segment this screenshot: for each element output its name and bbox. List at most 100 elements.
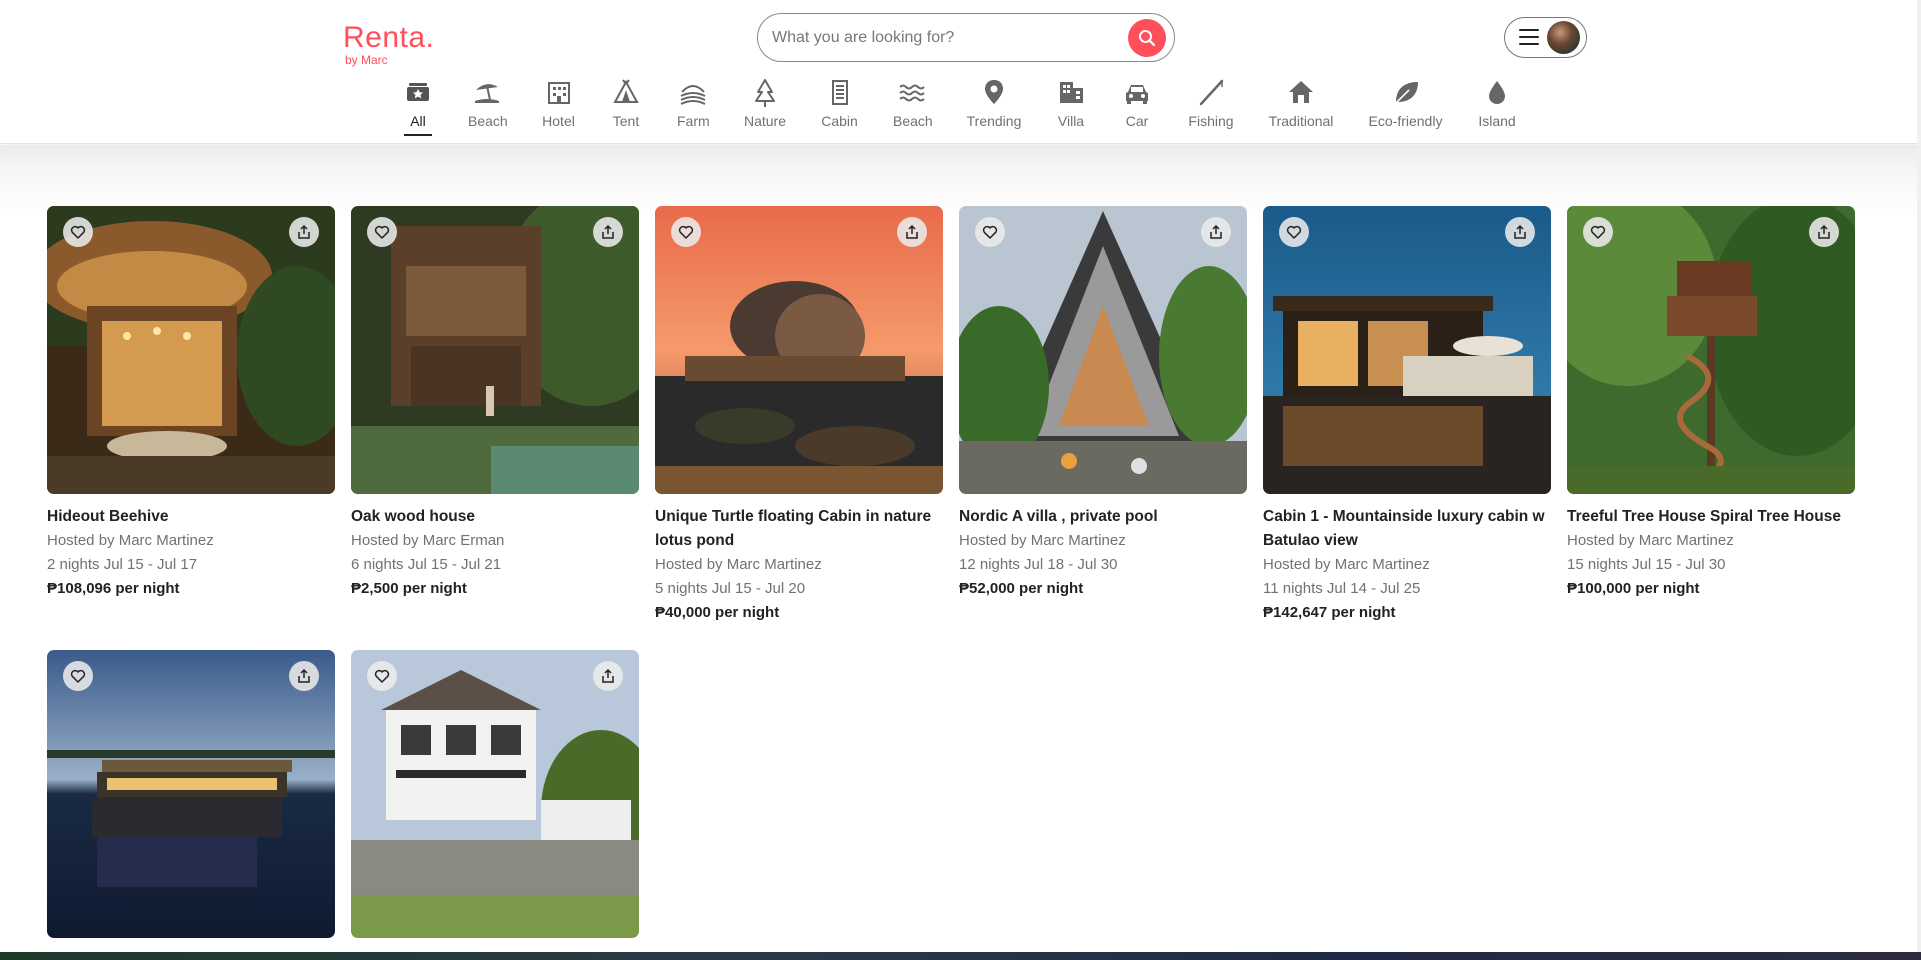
listing-photo[interactable] [47,650,335,938]
share-icon [1514,224,1526,239]
listing-photo[interactable] [655,206,943,494]
listing-host: Hosted by Marc Martinez [47,532,214,549]
listing-image [47,206,335,494]
category-fishing[interactable]: Fishing [1188,78,1234,130]
listing-card[interactable] [47,650,335,938]
heart-icon [678,225,694,239]
category-all[interactable]: All [404,78,432,136]
favorite-button[interactable] [975,217,1005,247]
listing-price: ₱100,000 per night [1567,580,1700,597]
listing-title[interactable]: Hideout Beehive [47,505,335,529]
listing-photo[interactable] [959,206,1247,494]
category-label: Beach [468,113,508,129]
listing-card[interactable]: Cabin 1 - Mountainside luxury cabin w Ba… [1263,206,1551,625]
listing-card[interactable]: Nordic A villa , private pool Hosted by … [959,206,1247,601]
category-hotel[interactable]: Hotel [541,78,576,130]
share-button[interactable] [289,217,319,247]
favorite-button[interactable] [63,217,93,247]
category-farm[interactable]: Farm [677,78,710,130]
listing-photo[interactable] [351,650,639,938]
category-traditional[interactable]: Traditional [1268,78,1334,130]
share-button[interactable] [593,661,623,691]
listing-card[interactable]: Oak wood house Hosted by Marc Erman 6 ni… [351,206,639,601]
favorite-button[interactable] [367,661,397,691]
listing-card[interactable] [351,650,639,938]
logo[interactable]: Renta. by Marc [343,21,435,67]
listing-host: Hosted by Marc Martinez [1567,532,1734,549]
category-label: Tent [612,113,640,129]
heart-icon [374,225,390,239]
heart-icon [70,225,86,239]
favorite-button[interactable] [671,217,701,247]
share-button[interactable] [593,217,623,247]
listing-dates: 15 nights Jul 15 - Jul 30 [1567,556,1726,573]
listing-price: ₱52,000 per night [959,580,1084,597]
taskbar-strip [0,952,1921,960]
share-icon [298,668,310,683]
category-villa[interactable]: Villa [1057,78,1085,130]
logo-title: Renta. [343,21,435,54]
favorite-button[interactable] [367,217,397,247]
category-label: Beach [893,113,933,129]
share-button[interactable] [1809,217,1839,247]
leaf-icon [1368,78,1443,110]
heart-icon [374,669,390,683]
user-menu-button[interactable] [1504,17,1587,58]
listing-title[interactable]: Nordic A villa , private pool [959,505,1247,529]
category-car[interactable]: Car [1123,78,1151,130]
search-bar [757,13,1175,62]
listing-image [351,206,639,494]
listing-card[interactable]: Hideout Beehive Hosted by Marc Martinez … [47,206,335,601]
heart-icon [70,669,86,683]
category-trending[interactable]: Trending [966,78,1022,130]
category-beach-waves[interactable]: Beach [893,78,933,130]
listing-card[interactable]: Treeful Tree House Spiral Tree House Hos… [1567,206,1855,601]
category-label: Island [1478,113,1516,129]
ticket-star-icon [404,78,432,110]
beach-umbrella-icon [468,78,506,110]
listing-photo[interactable] [351,206,639,494]
listing-title[interactable]: Unique Turtle floating Cabin in nature l… [655,505,943,553]
listing-image [1263,206,1551,494]
category-beach[interactable]: Beach [468,78,508,130]
heart-icon [1286,225,1302,239]
share-button[interactable] [1505,217,1535,247]
share-icon [602,224,614,239]
favorite-button[interactable] [1279,217,1309,247]
listing-photo[interactable] [47,206,335,494]
share-button[interactable] [897,217,927,247]
listing-photo[interactable] [1567,206,1855,494]
hotel-building-icon [541,78,576,110]
listing-price: ₱40,000 per night [655,604,780,621]
villa-building-icon [1057,78,1085,110]
favorite-button[interactable] [1583,217,1613,247]
search-button[interactable] [1128,19,1166,57]
cabin-building-icon [821,78,858,110]
share-icon [298,224,310,239]
listing-photo[interactable] [1263,206,1551,494]
farm-icon [677,78,709,110]
category-eco-friendly[interactable]: Eco-friendly [1368,78,1443,130]
share-icon [906,224,918,239]
category-label: Traditional [1268,113,1334,129]
category-island[interactable]: Island [1478,78,1516,130]
favorite-button[interactable] [63,661,93,691]
search-input[interactable] [772,26,1112,50]
category-cabin[interactable]: Cabin [821,78,858,130]
listing-title[interactable]: Cabin 1 - Mountainside luxury cabin w Ba… [1263,505,1551,553]
hamburger-menu-icon [1519,29,1539,47]
listing-title[interactable]: Oak wood house [351,505,639,529]
scrollbar-track[interactable] [1917,0,1921,952]
car-icon [1123,78,1151,110]
listing-card[interactable]: Unique Turtle floating Cabin in nature l… [655,206,943,625]
listing-host: Hosted by Marc Erman [351,532,505,549]
category-tent[interactable]: Tent [612,78,640,130]
listing-host: Hosted by Marc Martinez [959,532,1126,549]
category-label: Farm [677,113,710,129]
share-button[interactable] [289,661,319,691]
category-label: Villa [1057,113,1085,129]
listing-title[interactable]: Treeful Tree House Spiral Tree House [1567,505,1855,529]
share-button[interactable] [1201,217,1231,247]
category-nature[interactable]: Nature [743,78,787,130]
listing-dates: 6 nights Jul 15 - Jul 21 [351,556,502,573]
